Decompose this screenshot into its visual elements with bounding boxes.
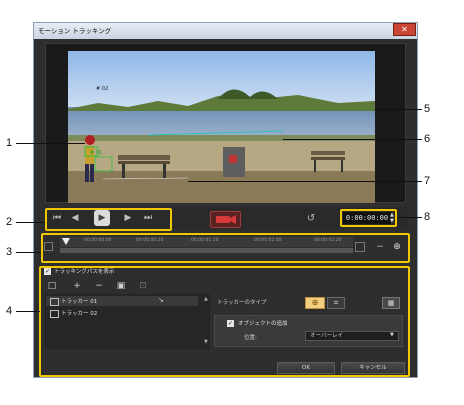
go-to-start-button[interactable]: ⏮ bbox=[50, 211, 64, 225]
remove-tracker-button[interactable]: − bbox=[94, 281, 104, 291]
point-tracker-button[interactable]: ⊕ bbox=[305, 297, 325, 309]
tracker-tag-01: # 01 bbox=[90, 150, 103, 156]
tracker-row-label: トラッカー 01 bbox=[61, 299, 98, 305]
add-object-label: オブジェクトの追加 bbox=[238, 321, 288, 327]
tracker-icon bbox=[50, 310, 59, 318]
callout-number: 1 bbox=[6, 137, 13, 149]
callout-line bbox=[188, 181, 422, 182]
selected-row-arrow bbox=[190, 296, 200, 306]
timecode-stepper[interactable]: ▲ ▼ bbox=[390, 212, 394, 224]
play-icon: ▶ bbox=[98, 213, 106, 223]
callout-number: 6 bbox=[424, 133, 431, 145]
go-to-end-button[interactable]: ⏭ bbox=[141, 211, 155, 225]
timeline-tick: 00:00:02:20 bbox=[314, 238, 342, 243]
callout-number: 8 bbox=[424, 211, 431, 223]
tracker-option-icon[interactable]: ▣ bbox=[116, 281, 126, 291]
next-frame-button[interactable]: ▶ bbox=[121, 211, 135, 225]
tracker-icon bbox=[50, 298, 59, 306]
show-path-label: トラッキングパスを表示 bbox=[54, 269, 115, 275]
ok-button[interactable]: OK bbox=[277, 362, 335, 374]
chevron-down-icon: ▼ bbox=[390, 332, 394, 338]
callout-line bbox=[398, 217, 422, 218]
cancel-button[interactable]: キャンセル bbox=[341, 362, 405, 374]
tracked-person bbox=[85, 135, 95, 182]
scroll-up-icon[interactable]: ▲ bbox=[204, 296, 208, 302]
show-path-checkbox[interactable]: ✓ bbox=[44, 268, 51, 275]
callout-number: 4 bbox=[6, 305, 13, 317]
tracker-type-label: トラッカーのタイプ bbox=[217, 300, 267, 306]
callout-number: 7 bbox=[424, 175, 431, 187]
add-object-checkbox[interactable]: ✓ bbox=[227, 320, 234, 327]
track-motion-button[interactable] bbox=[210, 211, 241, 228]
close-button[interactable]: ✕ bbox=[393, 23, 416, 36]
timeline-tick: 00:00:02:00 bbox=[254, 238, 282, 243]
timeline-track[interactable] bbox=[60, 248, 353, 253]
timeline-tick: 00:00:00:20 bbox=[136, 238, 164, 243]
zoom-out-icon[interactable]: − bbox=[375, 242, 385, 252]
timecode-field[interactable]: 0:00:00:00 bbox=[343, 212, 391, 224]
tracker-row-label[interactable]: トラッカー 02 bbox=[61, 309, 97, 317]
timeline-left-button[interactable] bbox=[44, 242, 53, 251]
callout-number: 2 bbox=[6, 216, 13, 228]
mosaic-button[interactable]: ▦ bbox=[382, 297, 400, 309]
reset-icon[interactable]: ↺ bbox=[305, 213, 317, 225]
trash-bin bbox=[223, 147, 245, 177]
position-select[interactable]: オーバーレイ bbox=[305, 331, 399, 341]
add-tracker-button[interactable]: + bbox=[72, 281, 82, 291]
callout-number: 5 bbox=[424, 103, 431, 115]
tracker-settings-icon[interactable]: □ bbox=[47, 281, 57, 291]
position-label: 位置: bbox=[244, 335, 257, 341]
window-title: モーション トラッキング bbox=[34, 23, 417, 39]
callout-line bbox=[16, 252, 41, 253]
callout-number: 3 bbox=[6, 246, 13, 258]
zoom-in-icon[interactable]: ⊕ bbox=[392, 242, 402, 252]
area-tracker-button[interactable]: ⌗ bbox=[327, 297, 345, 309]
callout-line bbox=[16, 311, 40, 312]
callout-line bbox=[16, 143, 85, 144]
timeline-tick: 00:00:01:10 bbox=[191, 238, 219, 243]
timeline-tick: 00:00:00:00 bbox=[84, 238, 112, 243]
scroll-down-icon[interactable]: ▼ bbox=[204, 339, 208, 345]
previous-frame-button[interactable]: ◀ bbox=[68, 211, 82, 225]
link-icon: ↘ bbox=[158, 296, 164, 304]
callout-line bbox=[16, 222, 45, 223]
tracker-option-disabled-icon: ⊡ bbox=[139, 281, 147, 291]
playhead-handle[interactable] bbox=[62, 238, 70, 245]
fit-timeline-button[interactable] bbox=[355, 242, 365, 252]
callout-line bbox=[375, 109, 422, 110]
callout-line bbox=[283, 139, 422, 140]
tracker-tag-02: # 02 bbox=[96, 86, 109, 92]
